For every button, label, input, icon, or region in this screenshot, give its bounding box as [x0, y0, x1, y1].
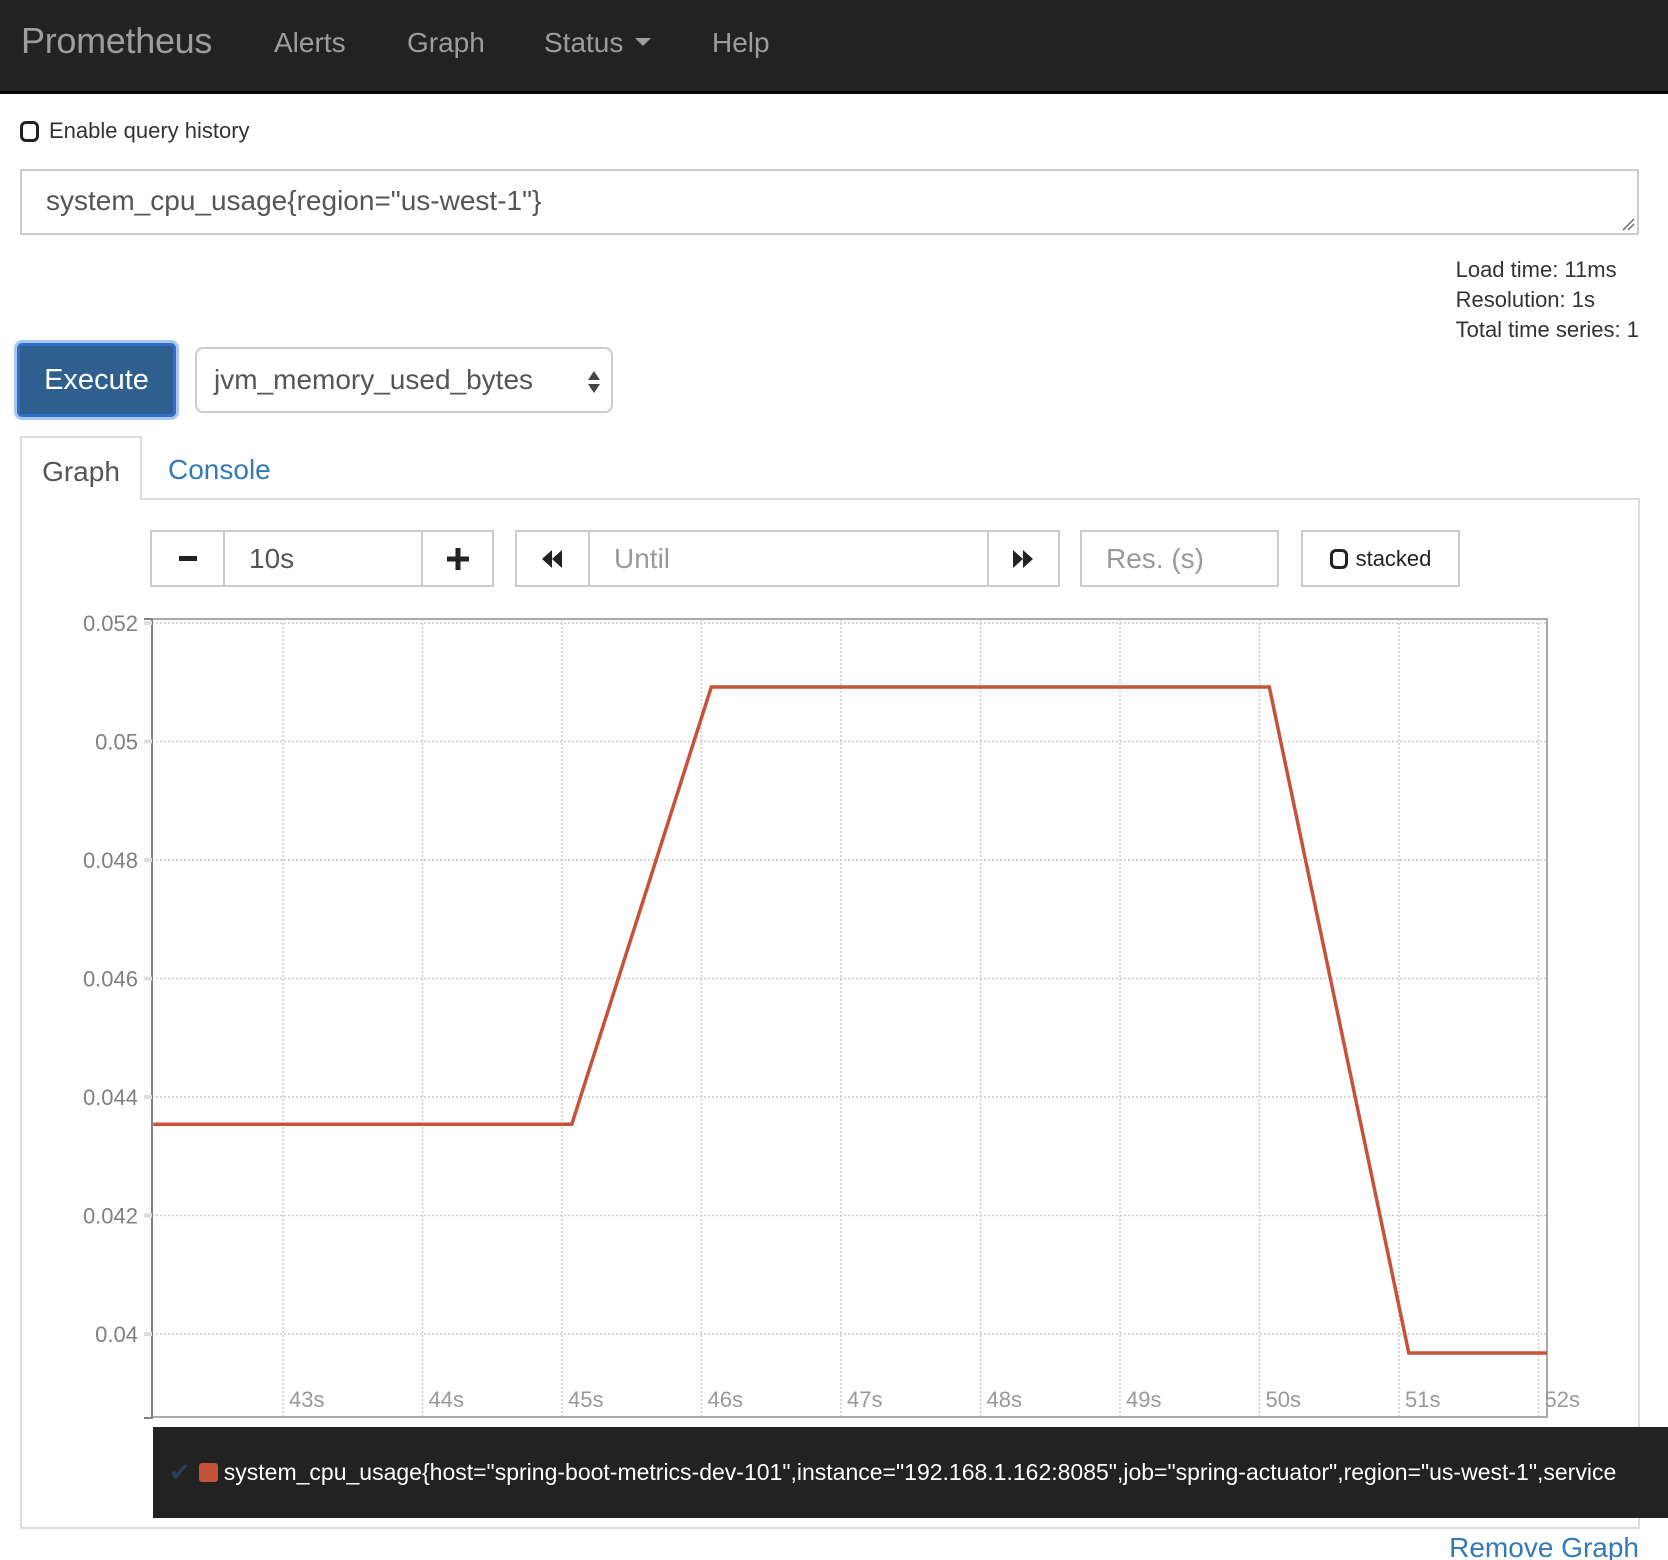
x-tick-label: 52s [1545, 1387, 1580, 1412]
time-back-button[interactable] [515, 530, 590, 587]
brand-link[interactable]: Prometheus [21, 20, 212, 62]
resolution: Resolution: 1s [1456, 285, 1639, 315]
y-tick-label: 0.042 [83, 1204, 138, 1229]
nav-status-label: Status [544, 27, 623, 58]
tab-console[interactable]: Console [168, 436, 271, 500]
remove-graph-link[interactable]: Remove Graph [1449, 1532, 1639, 1560]
stacked-checkbox-icon [1330, 549, 1348, 569]
x-tick-label: 46s [708, 1387, 743, 1412]
nav-help[interactable]: Help [712, 27, 770, 59]
y-tick-label: 0.048 [83, 848, 138, 873]
query-stats: Load time: 11ms Resolution: 1s Total tim… [1456, 255, 1639, 345]
y-tick-label: 0.046 [83, 967, 138, 992]
query-input[interactable]: system_cpu_usage{region="us-west-1"} [20, 169, 1639, 235]
execute-button[interactable]: Execute [17, 343, 176, 417]
load-time: Load time: 11ms [1456, 255, 1639, 285]
query-history-toggle[interactable]: Enable query history [20, 118, 250, 144]
x-tick-label: 45s [568, 1387, 603, 1412]
nav-alerts[interactable]: Alerts [274, 27, 346, 59]
checkmark-icon[interactable]: ✔ [169, 1457, 191, 1488]
stacked-toggle-button[interactable]: stacked [1301, 530, 1460, 587]
time-forward-button[interactable] [987, 530, 1060, 587]
until-input[interactable]: Until [588, 530, 989, 587]
x-tick-label: 49s [1126, 1387, 1161, 1412]
nav-graph[interactable]: Graph [407, 27, 485, 59]
stacked-label: stacked [1356, 546, 1432, 572]
chart-legend: ✔ system_cpu_usage{host="spring-boot-met… [153, 1427, 1668, 1518]
metric-select[interactable]: jvm_memory_used_bytes [195, 347, 613, 413]
y-tick-mark [144, 1332, 152, 1336]
x-tick-label: 47s [847, 1387, 882, 1412]
y-tick-mark [144, 1214, 152, 1218]
series-color-swatch [199, 1463, 218, 1482]
y-tick-label: 0.04 [95, 1322, 138, 1347]
y-tick-mark [144, 977, 152, 981]
increase-range-button[interactable] [421, 530, 494, 587]
total-time-series: Total time series: 1 [1456, 315, 1639, 345]
decrease-range-button[interactable] [150, 530, 225, 587]
y-tick-mark [144, 621, 152, 625]
y-tick-label: 0.044 [83, 1085, 138, 1110]
navbar: Prometheus Alerts Graph Status Help [0, 0, 1668, 94]
query-history-checkbox[interactable] [20, 121, 39, 142]
legend-series-label[interactable]: system_cpu_usage{host="spring-boot-metri… [224, 1459, 1616, 1486]
graph-panel [20, 498, 1640, 1529]
resize-handle-icon[interactable] [1621, 217, 1635, 231]
y-tick-mark [144, 858, 152, 862]
x-tick-label: 48s [987, 1387, 1022, 1412]
fast-backward-icon [542, 550, 564, 568]
metric-select-value: jvm_memory_used_bytes [214, 364, 533, 396]
resolution-input[interactable]: Res. (s) [1080, 530, 1279, 587]
plus-icon [447, 548, 469, 570]
x-tick-label: 43s [289, 1387, 324, 1412]
caret-down-icon [635, 38, 651, 46]
minus-icon [179, 556, 197, 562]
range-input[interactable]: 10s [223, 530, 423, 587]
y-tick-label: 0.05 [95, 730, 138, 755]
tab-graph[interactable]: Graph [20, 436, 142, 500]
y-tick-mark [144, 740, 152, 744]
x-tick-label: 50s [1266, 1387, 1301, 1412]
y-tick-mark [144, 1095, 152, 1099]
nav-status[interactable]: Status [544, 27, 651, 59]
fast-forward-icon [1013, 550, 1035, 568]
y-tick-label: 0.052 [83, 611, 138, 636]
query-history-label: Enable query history [49, 118, 250, 144]
select-arrows-icon [587, 369, 601, 395]
x-tick-label: 44s [429, 1387, 464, 1412]
x-tick-label: 51s [1405, 1387, 1440, 1412]
